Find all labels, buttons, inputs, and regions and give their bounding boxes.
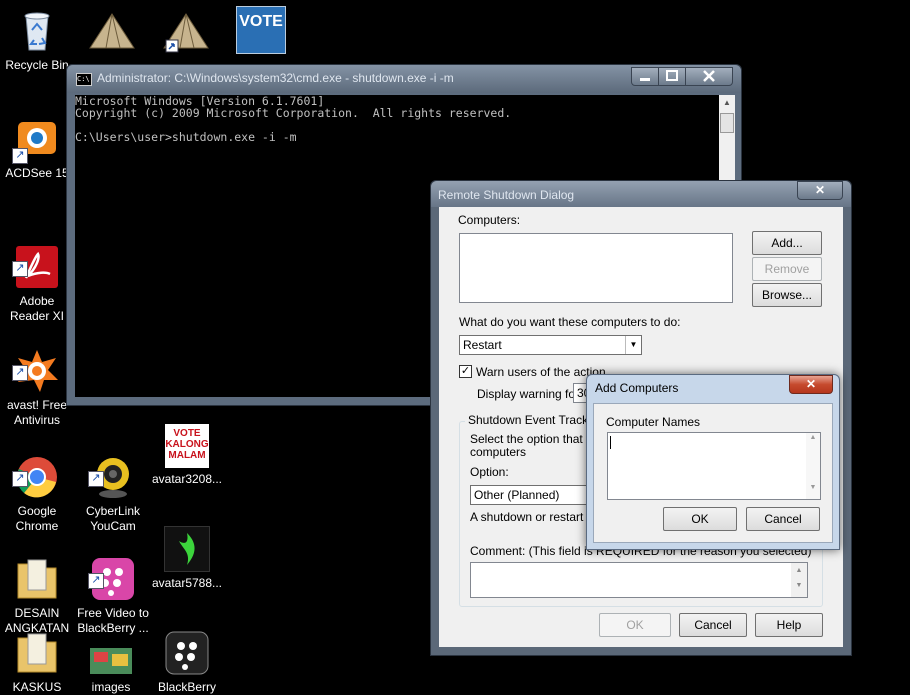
desktop-icon-youcam[interactable]: ↗ CyberLink YouCam xyxy=(76,424,150,534)
acdsee-icon: ↗ xyxy=(12,116,60,164)
ok-button[interactable]: OK xyxy=(663,507,737,531)
comment-field[interactable]: ▲ ▼ xyxy=(470,562,808,598)
folder-icon xyxy=(14,630,60,676)
cmd-app-icon: C:\ xyxy=(76,73,92,86)
warn-checkbox[interactable]: ✓ xyxy=(459,365,472,378)
maximize-button[interactable] xyxy=(658,67,686,86)
shortcut-arrow-icon: ↗ xyxy=(12,471,28,487)
vote-kalong-image-icon: VOTE KALONG MALAM xyxy=(165,424,209,468)
cmd-title-bar[interactable]: C:\ Administrator: C:\Windows\system32\c… xyxy=(67,65,741,93)
computers-label: Computers: xyxy=(458,213,521,227)
close-icon: ✕ xyxy=(814,183,826,197)
text-cursor xyxy=(610,436,611,449)
desktop-icon-recycle-bin[interactable]: Recycle Bin xyxy=(0,8,74,73)
close-button[interactable] xyxy=(685,67,733,86)
dialog-title-bar[interactable]: Remote Shutdown Dialog ✕ xyxy=(431,181,851,207)
remove-button[interactable]: Remove xyxy=(752,257,822,281)
desktop-icon-images[interactable]: images xyxy=(74,630,148,695)
comment-scrollbar[interactable]: ▲ ▼ xyxy=(791,563,807,597)
tracker-group-label: Shutdown Event Tracker xyxy=(465,413,602,427)
desktop-icon-label: avast! Free Antivirus xyxy=(6,398,68,427)
desktop-icon-chrome[interactable]: ↗ Google Chrome xyxy=(0,424,74,534)
shortcut-arrow-icon: ↗ xyxy=(88,573,104,589)
close-button[interactable]: ✕ xyxy=(797,181,843,200)
add-button[interactable]: Add... xyxy=(752,231,822,255)
shortcut-arrow-icon: ↗ xyxy=(88,471,104,487)
help-button[interactable]: Help xyxy=(755,613,823,637)
desktop-icon-label: Recycle Bin xyxy=(5,58,69,72)
computer-names-label: Computer Names xyxy=(606,415,701,429)
checkmark-icon: ✓ xyxy=(460,365,471,377)
razer-image-icon xyxy=(164,526,210,572)
chevron-down-icon: ▼ xyxy=(625,336,641,354)
option-label: Option: xyxy=(470,465,509,479)
option-select[interactable]: Other (Planned) xyxy=(470,485,593,505)
action-select[interactable]: Restart ▼ xyxy=(459,335,642,355)
scroll-up-icon[interactable]: ▲ xyxy=(719,95,735,111)
maximize-icon xyxy=(666,70,678,81)
cancel-button[interactable]: Cancel xyxy=(679,613,747,637)
desktop-icon-blackberry[interactable]: BlackBerry xyxy=(150,630,224,695)
tent-app-icon[interactable] xyxy=(86,8,138,54)
desktop-icon-label: ACDSee 15 xyxy=(5,166,69,180)
tent-app-shortcut-icon[interactable] xyxy=(160,8,212,54)
computer-names-textarea[interactable]: ▲ ▼ xyxy=(607,432,821,500)
chrome-icon: ↗ xyxy=(12,439,60,498)
minimize-button[interactable] xyxy=(631,67,659,86)
desktop-icon-free-video-blackberry[interactable]: ↗ Free Video to BlackBerry ... xyxy=(76,526,150,636)
recycle-bin-icon xyxy=(14,8,60,54)
desktop-icon-label: avatar3208... xyxy=(151,472,223,486)
desktop-icon-desain-angkatan[interactable]: DESAIN ANGKATAN xyxy=(0,526,74,636)
avast-icon: ↗ xyxy=(12,333,60,392)
desktop-icon-avatar3208[interactable]: VOTE KALONG MALAM avatar3208... xyxy=(150,424,224,487)
close-icon: ✕ xyxy=(805,377,817,391)
folder-icon xyxy=(14,541,60,599)
add-computers-dialog: Add Computers ✕ Computer Names ▲ ▼ OK Can… xyxy=(586,374,840,550)
add-computers-title-bar[interactable]: Add Computers ✕ xyxy=(587,375,839,399)
cancel-button[interactable]: Cancel xyxy=(746,507,820,531)
ok-button[interactable]: OK xyxy=(599,613,671,637)
images-folder-icon xyxy=(88,630,134,676)
tracker-description-2: computers xyxy=(470,445,527,459)
shortcut-arrow-icon: ↗ xyxy=(12,148,28,164)
desktop-icon-acdsee[interactable]: ↗ ACDSee 15 xyxy=(0,116,74,181)
minimize-icon xyxy=(640,78,650,81)
close-icon xyxy=(703,70,715,82)
browse-button[interactable]: Browse... xyxy=(752,283,822,307)
dialog-title: Remote Shutdown Dialog xyxy=(438,188,575,202)
add-computers-client: Computer Names ▲ ▼ OK Cancel xyxy=(593,403,833,543)
desktop-icon-label: avatar5788... xyxy=(151,576,223,590)
vote-image-icon[interactable]: VOTE xyxy=(236,6,286,54)
restart-description: A shutdown or restart for xyxy=(470,510,601,524)
cmd-window-title: Administrator: C:\Windows\system32\cmd.e… xyxy=(97,71,454,85)
desktop-icon-avatar5788[interactable]: avatar5788... xyxy=(150,526,224,591)
desktop-icon-adobe-reader[interactable]: ↗ Adobe Reader XI xyxy=(0,214,74,324)
computers-list[interactable] xyxy=(459,233,733,303)
add-computers-title: Add Computers xyxy=(595,381,679,395)
action-select-value: Restart xyxy=(463,338,502,352)
display-warning-label: Display warning for xyxy=(477,387,580,401)
option-select-value: Other (Planned) xyxy=(474,488,560,502)
action-label: What do you want these computers to do: xyxy=(459,315,681,329)
adobe-reader-icon: ↗ xyxy=(12,229,60,288)
desktop-icon-kaskus[interactable]: KASKUS xyxy=(0,630,74,695)
blackberry-icon xyxy=(164,630,210,676)
shortcut-arrow-icon: ↗ xyxy=(12,365,28,381)
webcam-icon: ↗ xyxy=(88,439,136,498)
shortcut-arrow-icon: ↗ xyxy=(12,261,28,277)
textarea-scrollbar[interactable]: ▲ ▼ xyxy=(806,433,820,499)
scrollbar-thumb[interactable] xyxy=(720,113,734,133)
desktop-icon-avast[interactable]: ↗ avast! Free Antivirus xyxy=(0,318,74,428)
blackberry-converter-icon: ↗ xyxy=(88,541,136,600)
close-button[interactable]: ✕ xyxy=(789,375,833,394)
